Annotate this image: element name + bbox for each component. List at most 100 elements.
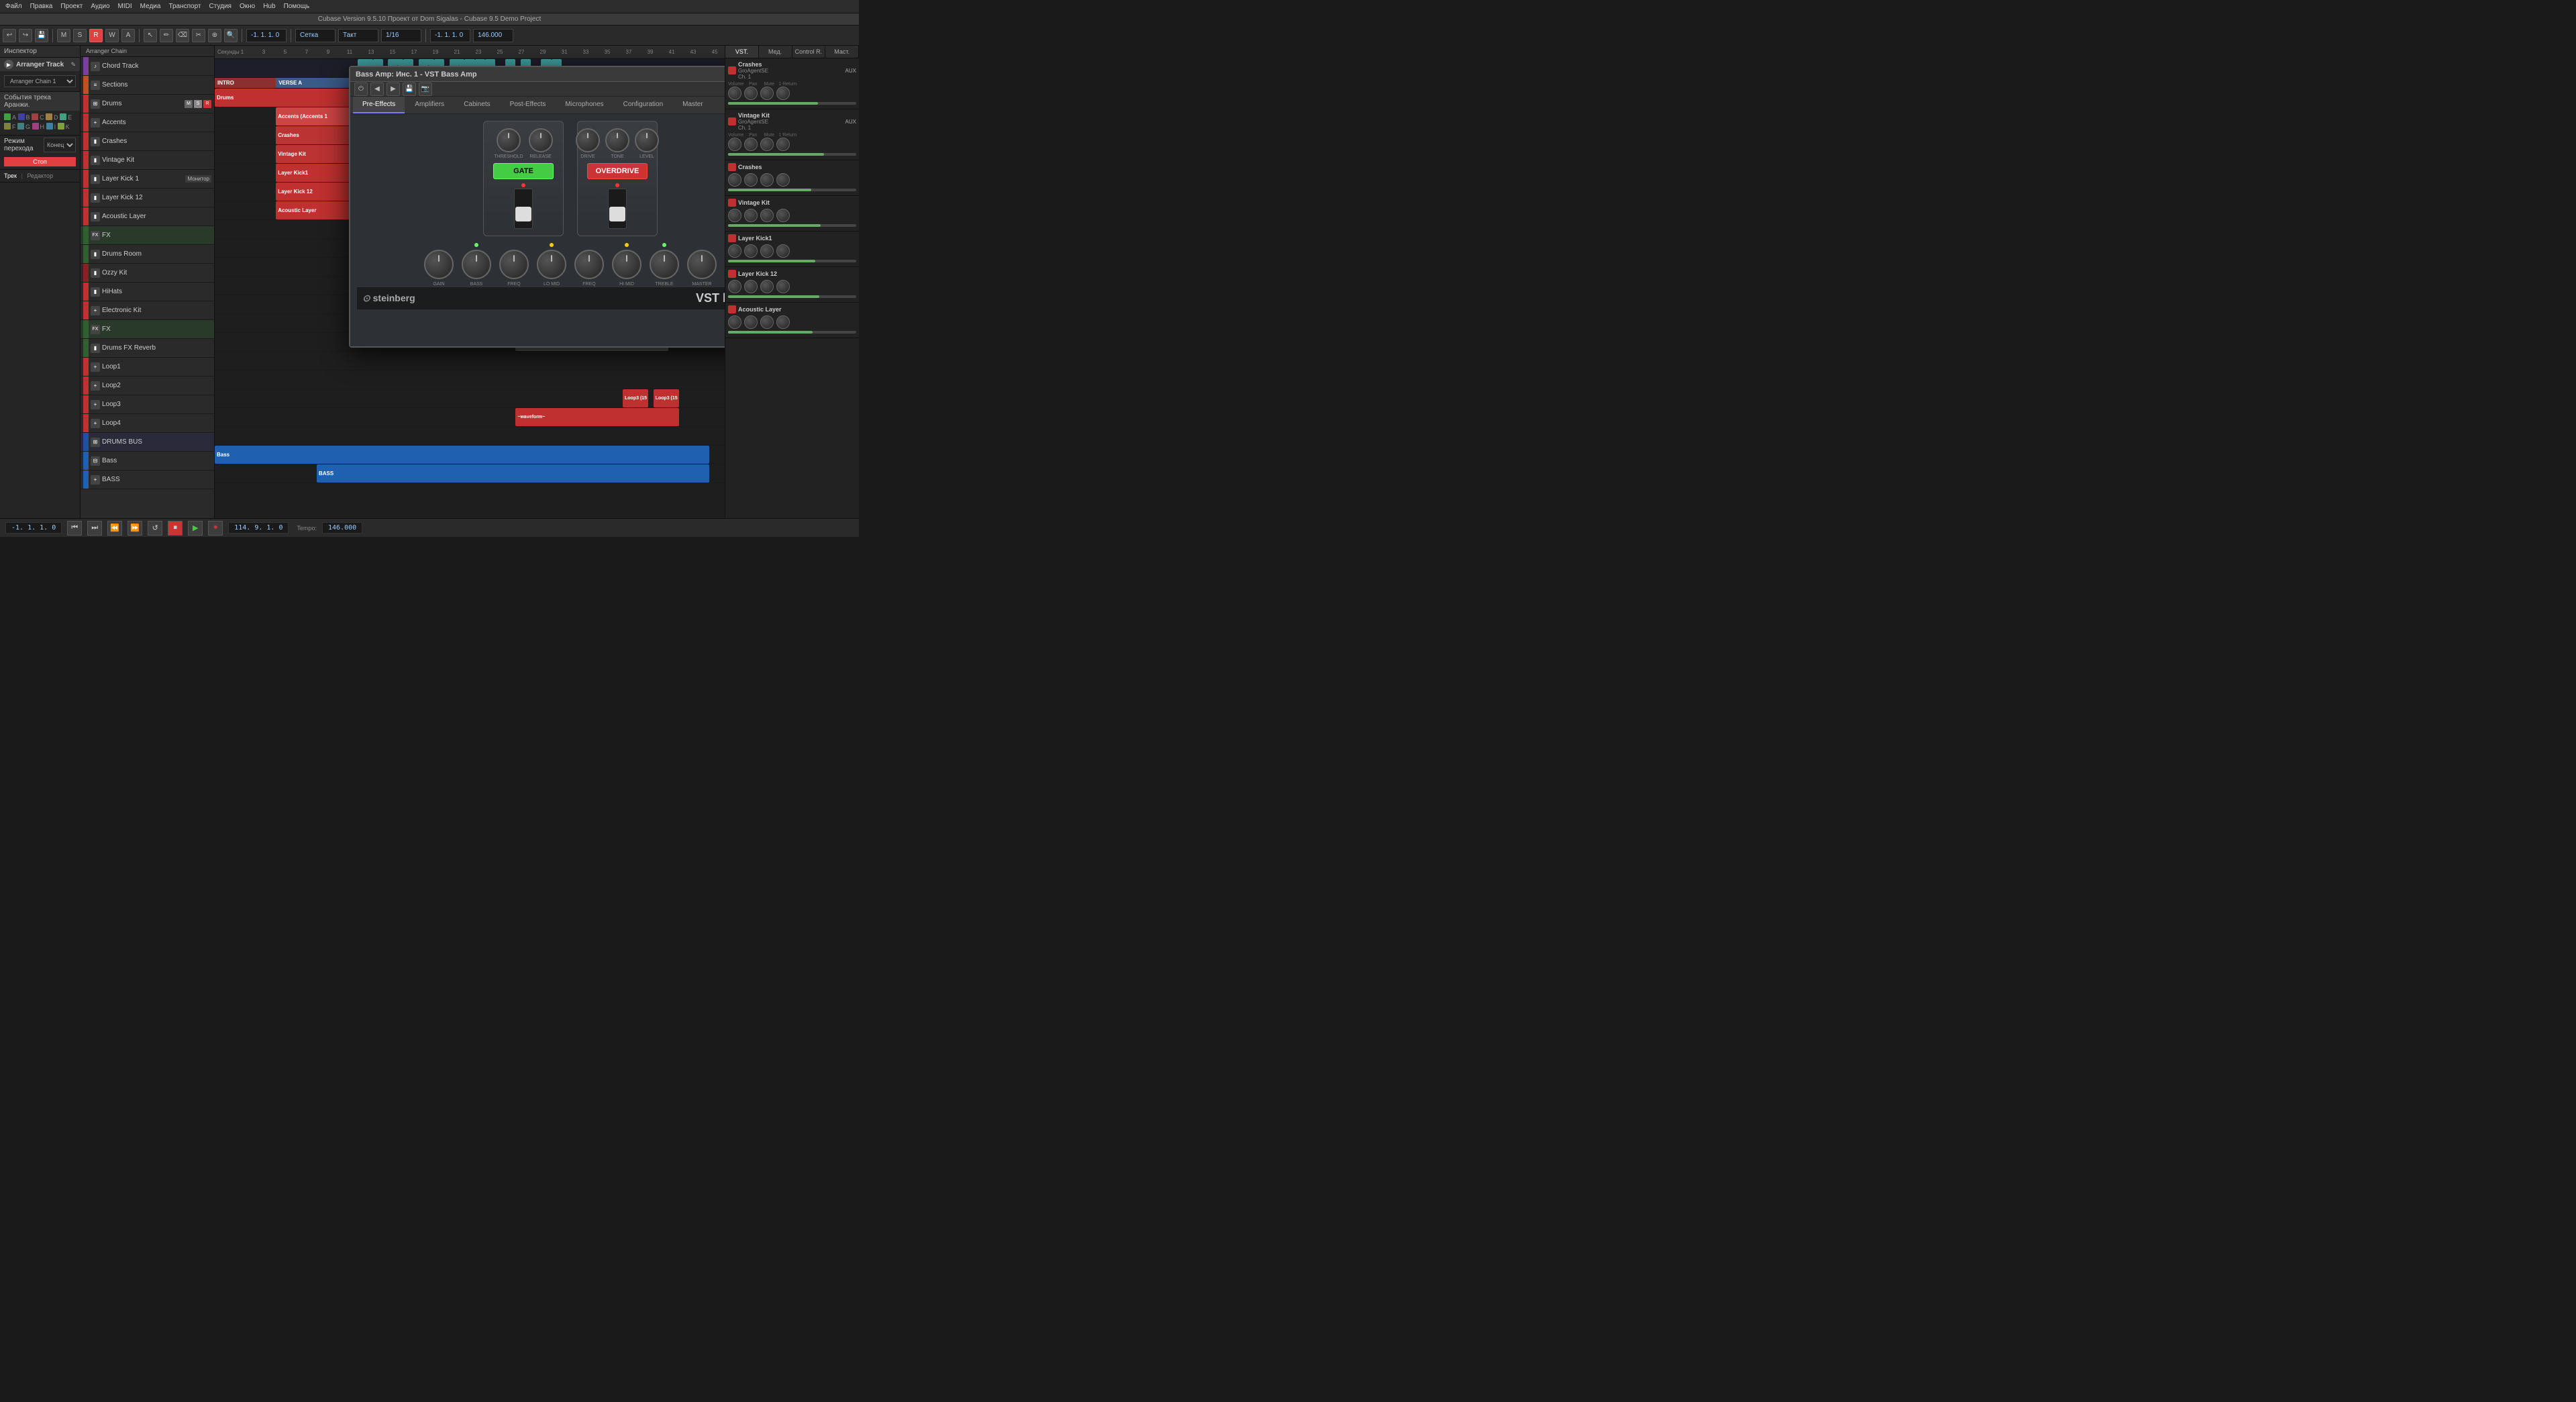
transport-back[interactable]: ⏪ [107,521,122,536]
menu-item-file[interactable]: Файл [5,3,22,10]
arr-block-loop4[interactable]: ~waveform~ [515,408,678,426]
menu-item-hub[interactable]: Hub [263,3,275,10]
event-e[interactable]: E [60,113,72,121]
track-row-drums-reverb[interactable]: ▮ Drums FX Reverb [81,339,214,358]
eq-master-knob[interactable] [687,250,717,279]
eq-gain-knob[interactable] [424,250,454,279]
menu-item-transport[interactable]: Транспорт [168,3,201,10]
tb-zoom[interactable]: 🔍 [224,29,238,42]
menu-item-media[interactable]: Медиа [140,3,161,10]
event-i[interactable]: I [46,123,56,131]
track-row-chord[interactable]: ♪ Chord Track [81,57,214,76]
arr-bg-loop1[interactable] [215,352,725,370]
plugin-tb-save[interactable]: 💾 [403,83,416,96]
mix-knob-7c[interactable] [760,315,774,329]
arr-bg-loop3[interactable]: Loop3 (15 1 Loop3 (15 1 [215,389,725,407]
mix-ret-vintage[interactable] [776,138,790,151]
track-row-loop4[interactable]: + Loop4 [81,414,214,433]
inspector-tab-editor[interactable]: Редактор [27,172,53,179]
arr-block-bass[interactable]: Bass [215,446,709,464]
mix-vol-crashes[interactable] [728,87,741,100]
menu-item-audio[interactable]: Аудио [91,3,109,10]
mix-knob-5c[interactable] [760,244,774,258]
mix-knob-6c[interactable] [760,280,774,293]
track-row-electronic[interactable]: + Electronic Kit [81,301,214,320]
tb-erase[interactable]: ⌫ [176,29,189,42]
plugin-tab-amplifiers[interactable]: Amplifiers [405,97,454,113]
event-c[interactable]: C [32,113,44,121]
arr-bg-drums-bus[interactable] [215,427,725,445]
inspector-stop-button[interactable]: Стоп [4,157,76,166]
arr-block-loop3b[interactable]: Loop3 (15 1 [654,389,679,407]
right-tab-master[interactable]: Маст. [825,46,859,58]
mix-pan-vintage[interactable] [744,138,758,151]
mix-knob-6a[interactable] [728,280,741,293]
gate-release-knob[interactable] [529,128,553,152]
tb-redo[interactable]: ↪ [19,29,32,42]
plugin-tb-camera[interactable]: 📷 [419,83,432,96]
inspector-play-btn[interactable]: ▶ [4,60,13,69]
rec-drums[interactable]: R [203,100,211,108]
inspector-mode-select[interactable]: Конец [44,138,76,152]
track-row-fx2[interactable]: FX FX [81,320,214,339]
eq-lomid-knob[interactable] [537,250,566,279]
plugin-tb-prev[interactable]: ◀ [370,83,384,96]
arr-block-bass-bus[interactable]: BASS [317,464,709,483]
section-intro[interactable]: INTRO [215,78,276,88]
tb-mode-s[interactable]: S [73,29,87,42]
track-row-accents[interactable]: + Accents [81,113,214,132]
tb-mode-r[interactable]: R [89,29,103,42]
overdrive-drive-knob[interactable] [576,128,600,152]
arr-bg-loop4[interactable]: ~waveform~ [215,408,725,426]
gate-threshold-knob[interactable] [497,128,521,152]
eq-freq2-knob[interactable] [574,250,604,279]
mix-knob-5a[interactable] [728,244,741,258]
mute-drums[interactable]: M [185,100,193,108]
overdrive-tone-knob[interactable] [605,128,629,152]
mix-knob-7d[interactable] [776,315,790,329]
plugin-tab-configuration[interactable]: Configuration [614,97,672,113]
track-row-bass[interactable]: ⊟ Bass [81,452,214,470]
inspector-chain-select[interactable]: Arranger Chain 1 [4,75,76,87]
arr-bg-bass[interactable]: Bass [215,446,725,464]
arr-block-loop3a[interactable]: Loop3 (15 1 [623,389,648,407]
track-row-drums[interactable]: ⊞ Drums M S R [81,95,214,113]
track-row-loop2[interactable]: + Loop2 [81,377,214,395]
fader-vintage[interactable] [728,153,856,156]
menu-item-studio[interactable]: Студия [209,3,231,10]
tb-cursor[interactable]: ↖ [144,29,157,42]
event-h[interactable]: H [32,123,45,131]
overdrive-level-knob[interactable] [635,128,659,152]
tb-mode-a[interactable]: A [121,29,135,42]
eq-himid-knob[interactable] [612,250,641,279]
event-g[interactable]: G [17,123,30,131]
tb-undo[interactable]: ↩ [3,29,16,42]
transport-record[interactable]: ⏺ [208,521,223,536]
menu-item-project[interactable]: Проект [60,3,83,10]
track-row-sections[interactable]: ≡ Sections [81,76,214,95]
plugin-tab-preeffects[interactable]: Pre-Effects [353,97,405,113]
tb-mode-m[interactable]: M [57,29,70,42]
grid-display[interactable]: Сетка [295,29,336,42]
eq-treble-knob[interactable] [650,250,679,279]
track-row-fx1[interactable]: FX FX [81,226,214,245]
event-a[interactable]: A [4,113,16,121]
mix-mute-crashes[interactable] [760,87,774,100]
plugin-tab-posteffects[interactable]: Post-Effects [501,97,556,113]
plugin-tab-microphones[interactable]: Microphones [556,97,613,113]
transport-forward[interactable]: ⏭ [87,521,102,536]
beat-display[interactable]: Такт [338,29,378,42]
mix-knob-4d[interactable] [776,209,790,222]
mix-knob-7b[interactable] [744,315,758,329]
track-row-bass-bus[interactable]: + BASS [81,470,214,489]
tb-glue[interactable]: ⊕ [208,29,221,42]
mix-mute-vintage[interactable] [760,138,774,151]
inspector-arranger-header[interactable]: ▶ Arranger Track ✎ [0,58,80,71]
menu-item-edit[interactable]: Правка [30,3,53,10]
mix-knob-4c[interactable] [760,209,774,222]
mix-knob-3a[interactable] [728,173,741,187]
track-row-loop3[interactable]: + Loop3 [81,395,214,414]
menu-item-window[interactable]: Окно [240,3,255,10]
mix-knob-5d[interactable] [776,244,790,258]
fader-crashes[interactable] [728,102,856,105]
